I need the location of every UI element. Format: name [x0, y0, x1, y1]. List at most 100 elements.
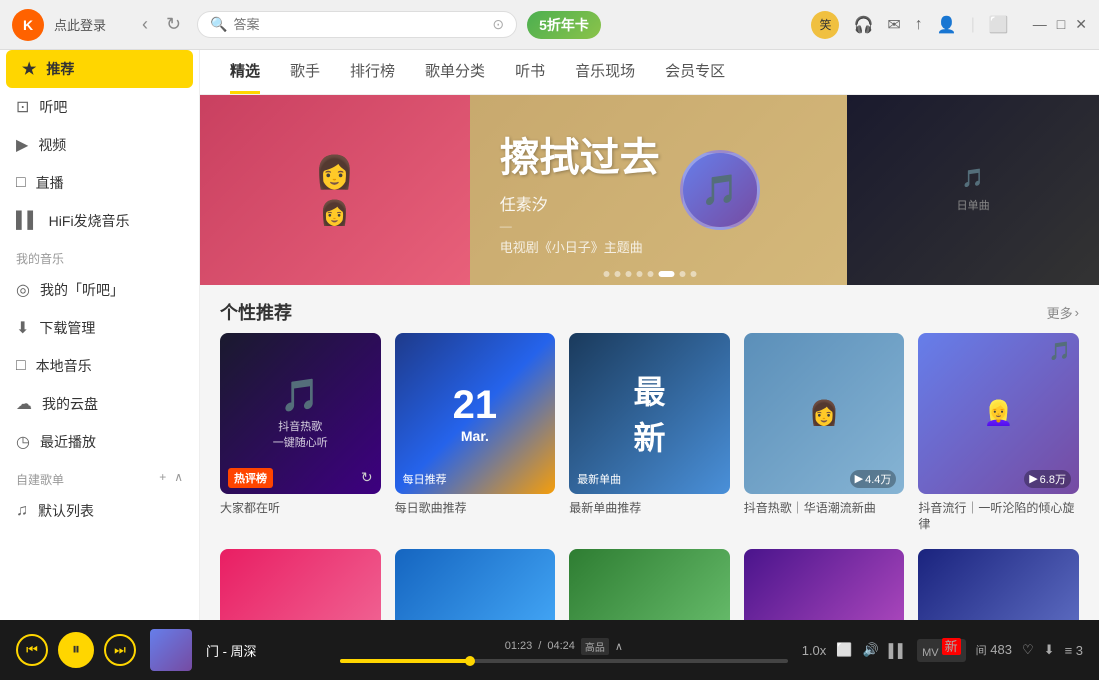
banner-title: 擦拭过去	[500, 125, 660, 183]
volume-icon[interactable]: 🔊	[862, 642, 878, 658]
player-controls: ⏮ ⏸ ⏭	[16, 632, 136, 668]
dot-5[interactable]	[647, 271, 653, 277]
card-daily-recommend[interactable]: 21 Mar. 每日推荐 每日歌曲推荐	[395, 333, 556, 533]
progress-time: 01:23 / 04:24 高品 ∧	[340, 638, 788, 655]
mv-badge[interactable]: MV 新	[917, 639, 966, 662]
search-clear-icon[interactable]: ⊙	[492, 16, 504, 33]
headphone-icon[interactable]: 🎧	[853, 15, 873, 35]
card-everyone-listening[interactable]: 🎵 抖音热歌一键随心听 ↻ 热评榜 大家都在听	[220, 333, 381, 533]
refresh-button[interactable]: ↻	[160, 10, 187, 39]
card-douyin-popular[interactable]: 👩 ▶4.4万 抖音热歌｜华语潮流新曲	[744, 333, 905, 533]
total-time: 04:24	[547, 640, 575, 652]
video-icon: ▶	[16, 135, 28, 155]
hifi-icon: ▌▌	[16, 212, 39, 230]
add-playlist-button[interactable]: +	[159, 470, 166, 484]
content-area: 精选 歌手 排行榜 歌单分类 听书 音乐现场 会员专区 👩 👩	[200, 50, 1099, 620]
playlist-player-icon[interactable]: ≡ 3	[1065, 643, 1083, 658]
dot-4[interactable]	[636, 271, 642, 277]
upload-icon[interactable]: ↑	[915, 16, 923, 34]
sidebar-item-download[interactable]: ⬇ 下载管理	[0, 309, 199, 347]
speed-control[interactable]: 1.0x	[802, 643, 827, 658]
comments-count[interactable]: 间 483	[976, 642, 1012, 658]
next-button[interactable]: ⏭	[104, 634, 136, 666]
search-icon: 🔍	[210, 16, 227, 33]
search-input[interactable]	[234, 17, 487, 32]
equalizer-icon[interactable]: ▌▌	[889, 643, 907, 658]
player-thumbnail	[150, 629, 192, 671]
login-button[interactable]: 点此登录	[54, 15, 106, 34]
current-time: 01:23	[505, 640, 533, 652]
playlist-section-title: 自建歌单	[16, 461, 64, 492]
sidebar-item-recommend[interactable]: ★ 推荐	[6, 50, 193, 88]
scroll-content[interactable]: 👩 👩 擦拭过去 任素汐 — 电视剧《小日子》主题曲	[200, 95, 1099, 620]
more-link[interactable]: 更多 ›	[1047, 303, 1079, 322]
banner: 👩 👩 擦拭过去 任素汐 — 电视剧《小日子》主题曲	[200, 95, 1099, 285]
section-header: 个性推荐 更多 ›	[200, 285, 1099, 333]
playlist-icon: ♫	[16, 502, 28, 520]
pause-button[interactable]: ⏸	[58, 632, 94, 668]
sidebar-item-tingba[interactable]: ⊡ 听吧	[0, 88, 199, 126]
card-label-4: 抖音热歌｜华语潮流新曲	[744, 500, 905, 517]
nav-controls: ‹ ↻	[136, 10, 187, 39]
minimize-button[interactable]: —	[1033, 16, 1047, 33]
tab-jingxuan[interactable]: 精选	[230, 60, 260, 94]
new-badge: 新	[942, 638, 961, 655]
dot-6[interactable]	[658, 271, 674, 277]
play-count-5: ▶6.8万	[1024, 470, 1071, 488]
sidebar-item-video[interactable]: ▶ 视频	[0, 126, 199, 164]
card-new-singles[interactable]: 最新 最新单曲 最新单曲推荐	[569, 333, 730, 533]
close-button[interactable]: ✕	[1075, 16, 1087, 33]
dot-2[interactable]	[614, 271, 620, 277]
progress-knob[interactable]	[465, 656, 475, 666]
sidebar-item-recent[interactable]: ◷ 最近播放	[0, 423, 199, 461]
sidebar-item-local[interactable]: □ 本地音乐	[0, 347, 199, 385]
tab-gedanfenlei[interactable]: 歌单分类	[425, 60, 485, 94]
user-icon[interactable]: 👤	[937, 15, 957, 35]
favorite-icon[interactable]: ♡	[1022, 642, 1034, 658]
tab-yinyuexianchang[interactable]: 音乐现场	[575, 60, 635, 94]
dot-1[interactable]	[603, 271, 609, 277]
collapse-playlist-button[interactable]: ∧	[174, 470, 183, 484]
tab-huiyuan[interactable]: 会员专区	[665, 60, 725, 94]
download-player-icon[interactable]: ⬇	[1044, 642, 1055, 658]
card-douyin-flow[interactable]: 👱‍♀️ 🎵 ▶6.8万 抖音流行｜一听沦陷的倾心旋律	[918, 333, 1079, 533]
promo-badge[interactable]: 5折年卡	[527, 11, 601, 39]
tab-geshou[interactable]: 歌手	[290, 60, 320, 94]
card-label-2: 每日歌曲推荐	[395, 500, 556, 517]
player-song-title: 门 - 周深	[206, 641, 326, 660]
banner-left: 👩 👩	[200, 95, 470, 285]
quality-badge: 高品	[581, 638, 609, 655]
radio-icon: ⊡	[16, 97, 29, 117]
maximize-button[interactable]: □	[1057, 16, 1065, 33]
download-icon: ⬇	[16, 318, 29, 338]
sidebar-item-my-tingba[interactable]: ◎ 我的「听吧」	[0, 271, 199, 309]
player-info: 门 - 周深	[206, 641, 326, 660]
my-tingba-icon: ◎	[16, 280, 30, 300]
back-button[interactable]: ‹	[136, 10, 154, 39]
dot-3[interactable]	[625, 271, 631, 277]
dot-8[interactable]	[690, 271, 696, 277]
prev-button[interactable]: ⏮	[16, 634, 48, 666]
banner-center: 擦拭过去 任素汐 — 电视剧《小日子》主题曲 🎵	[470, 95, 848, 285]
recent-icon: ◷	[16, 432, 30, 452]
star-icon: ★	[22, 59, 36, 79]
fullscreen-icon[interactable]: ⬜	[989, 15, 1009, 35]
mail-icon[interactable]: ✉	[887, 15, 900, 35]
divider: |	[971, 16, 975, 34]
section-title: 个性推荐	[220, 299, 292, 325]
sidebar-item-default-playlist[interactable]: ♫ 默认列表	[0, 492, 199, 530]
top-bar-icons: 笑 🎧 ✉ ↑ 👤 | ⬜ — □ ✕	[811, 11, 1087, 39]
dot-7[interactable]	[679, 271, 685, 277]
recommendations-section: 个性推荐 更多 › 🎵 抖音热歌一键随心听 ↻	[200, 285, 1099, 549]
screen-icon[interactable]: ⬜	[836, 642, 852, 658]
card-label-3: 最新单曲推荐	[569, 500, 730, 517]
sidebar-item-cloud[interactable]: ☁ 我的云盘	[0, 385, 199, 423]
hot-badge: 热评榜	[228, 468, 273, 488]
sidebar-item-live[interactable]: □ 直播	[0, 164, 199, 202]
tab-tingshu[interactable]: 听书	[515, 60, 545, 94]
sidebar-item-hifi[interactable]: ▌▌ HiFi发烧音乐	[0, 202, 199, 240]
tab-paihangbang[interactable]: 排行榜	[350, 60, 395, 94]
progress-bar[interactable]	[340, 659, 788, 663]
progress-wrap: 01:23 / 04:24 高品 ∧	[340, 638, 788, 663]
avatar[interactable]: 笑	[811, 11, 839, 39]
